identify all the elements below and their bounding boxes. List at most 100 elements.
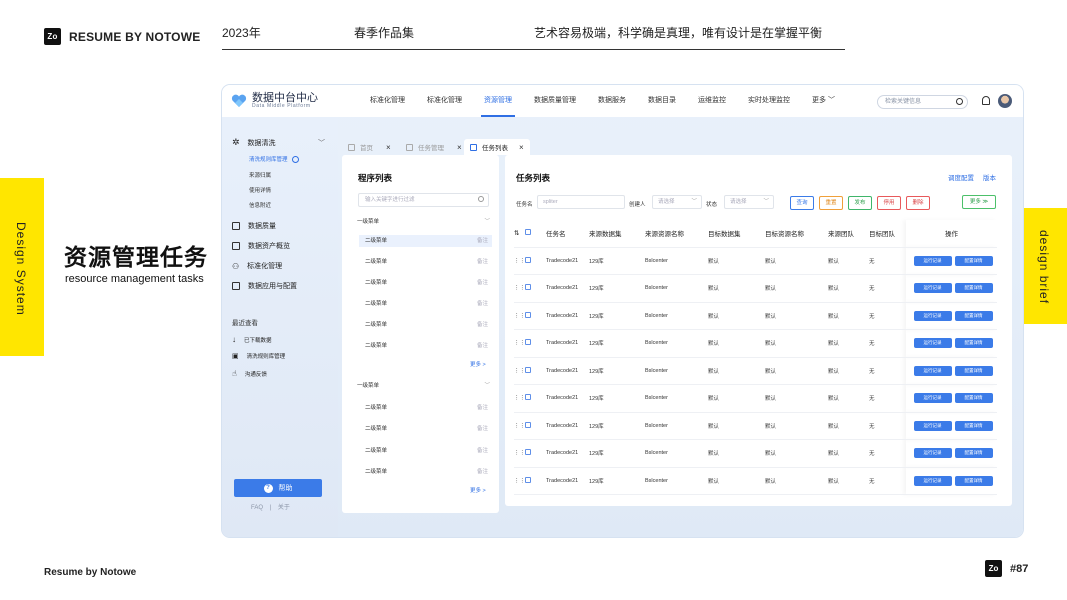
sort-icon[interactable]: ⇅ — [514, 220, 525, 248]
sidebar-sub-usage[interactable]: 使用详情 — [249, 186, 271, 194]
chevron-down-icon[interactable]: ﹀ — [484, 381, 490, 389]
run-record-button[interactable]: 运行记录 — [913, 448, 952, 459]
list-item[interactable]: 二级菜单 备注 — [359, 423, 492, 435]
more-link[interactable]: 更多 > — [470, 486, 486, 494]
nav-item-quality[interactable]: 数据质量管理 — [523, 85, 587, 117]
table-row[interactable]: ⋮⋮ Tradecode21 129库 Bslcenter 默认 默认 默认无运行记录 配置详… — [514, 412, 997, 440]
nav-item-standard-1[interactable]: 标准化管理 — [359, 85, 416, 117]
disable-button[interactable]: 停用 — [877, 196, 901, 210]
query-button[interactable]: 查询 — [790, 196, 814, 210]
table-row[interactable]: ⋮⋮ Tradecode21 129库 Bslcenter 默认 默认 默认无运行记录 配置详… — [514, 302, 997, 330]
row-checkbox[interactable] — [525, 302, 546, 330]
run-record-button[interactable]: 运行记录 — [913, 338, 952, 349]
table-row[interactable]: ⋮⋮ Tradecode21 129库 Bslcenter 默认 默认 默认无运行记录 配置详… — [514, 467, 997, 495]
table-row[interactable]: ⋮⋮ Tradecode21 129库 Bslcenter 默认 默认 默认无运行记录 配置详… — [514, 357, 997, 385]
config-detail-button[interactable]: 配置详情 — [954, 475, 993, 486]
sidebar-sub-source[interactable]: 来源归属 — [249, 171, 271, 179]
close-icon[interactable]: × — [457, 143, 462, 152]
recent-item-feedback[interactable]: ☝ 沟通反馈 — [232, 369, 267, 378]
nav-item-resource[interactable]: 资源管理 — [473, 85, 523, 117]
config-detail-button[interactable]: 配置详情 — [954, 365, 993, 376]
list-item[interactable]: 二级菜单 备注 — [359, 466, 492, 478]
nav-item-catalog[interactable]: 数据目录 — [637, 85, 687, 117]
row-checkbox[interactable] — [525, 274, 546, 303]
row-checkbox[interactable] — [525, 329, 546, 358]
program-filter-input[interactable]: 输入关键字进行过滤 — [358, 193, 489, 207]
drag-handle-icon[interactable]: ⋮⋮ — [514, 384, 525, 413]
col-header[interactable]: 任务名 — [546, 220, 589, 248]
config-detail-button[interactable]: 配置详情 — [954, 393, 993, 404]
chevron-up-icon[interactable]: ﹀ — [318, 138, 325, 148]
row-checkbox[interactable] — [525, 467, 546, 495]
table-row[interactable]: ⋮⋮ Tradecode21 129库 Bslcenter 默认 默认 默认无运行记录 配置详… — [514, 274, 997, 303]
select-all-checkbox[interactable] — [525, 220, 546, 248]
app-logo[interactable]: 数据中台中心 Data Middle Platform — [231, 93, 349, 109]
config-detail-button[interactable]: 配置详情 — [954, 283, 993, 294]
close-icon[interactable]: × — [519, 143, 524, 152]
row-checkbox[interactable] — [525, 412, 546, 440]
run-record-button[interactable]: 运行记录 — [913, 475, 952, 486]
run-record-button[interactable]: 运行记录 — [913, 310, 952, 321]
run-record-button[interactable]: 运行记录 — [913, 365, 952, 376]
list-item[interactable]: 二级菜单 备注 — [359, 235, 492, 247]
nav-item-standard-2[interactable]: 标准化管理 — [416, 85, 473, 117]
col-header[interactable]: 目标资源名称 — [765, 220, 828, 248]
config-detail-button[interactable]: 配置详情 — [954, 420, 993, 431]
drag-handle-icon[interactable]: ⋮⋮ — [514, 274, 525, 303]
nav-item-service[interactable]: 数据服务 — [587, 85, 637, 117]
config-detail-button[interactable]: 配置详情 — [954, 338, 993, 349]
help-button[interactable]: ? 帮助 — [234, 479, 322, 497]
creator-select[interactable]: 请选择 ﹀ — [652, 195, 702, 209]
config-detail-button[interactable]: 配置详情 — [954, 448, 993, 459]
table-row[interactable]: ⋮⋮ Tradecode21 129库 Bslcenter 默认 默认 默认无运行记录 配置详… — [514, 329, 997, 358]
avatar[interactable] — [998, 94, 1012, 108]
drag-handle-icon[interactable]: ⋮⋮ — [514, 357, 525, 385]
task-name-input[interactable]: spliter — [537, 195, 625, 209]
list-item[interactable]: 二级菜单 备注 — [359, 445, 492, 457]
list-item[interactable]: 二级菜单 备注 — [359, 402, 492, 414]
table-row[interactable]: ⋮⋮ Tradecode21 129库 Bslcenter 默认 默认 默认无运行记录 配置详… — [514, 439, 997, 468]
more-button[interactable]: 更多 ≫ — [962, 195, 996, 209]
row-checkbox[interactable] — [525, 357, 546, 385]
sidebar-sub-rules[interactable]: 清洗规则库管理 — [249, 155, 300, 164]
delete-button[interactable]: 删除 — [906, 196, 930, 210]
sidebar-item-assets[interactable]: 数据资产概览 — [232, 241, 290, 251]
tab-task-manage[interactable]: 任务管理 × — [400, 139, 468, 155]
list-item[interactable]: 二级菜单 备注 — [359, 256, 492, 268]
run-record-button[interactable]: 运行记录 — [913, 255, 952, 266]
run-record-button[interactable]: 运行记录 — [913, 420, 952, 431]
run-record-button[interactable]: 运行记录 — [913, 283, 952, 294]
col-header[interactable]: 来源数据集 — [589, 220, 645, 248]
sidebar-item-quality[interactable]: 数据质量 — [232, 221, 276, 231]
notification-icon[interactable] — [982, 96, 990, 105]
row-checkbox[interactable] — [525, 439, 546, 468]
reset-button[interactable]: 重置 — [819, 196, 843, 210]
nav-item-more[interactable]: 更多 ﹀ — [801, 85, 846, 117]
publish-button[interactable]: 发布 — [848, 196, 872, 210]
drag-handle-icon[interactable]: ⋮⋮ — [514, 439, 525, 468]
config-detail-button[interactable]: 配置详情 — [954, 255, 993, 266]
nav-item-realtime[interactable]: 实时处理监控 — [737, 85, 801, 117]
sidebar-sub-info[interactable]: 信息附近 — [249, 201, 271, 209]
close-icon[interactable]: × — [386, 143, 391, 152]
sidebar-item-standard[interactable]: ⚇ 标准化管理 — [232, 261, 282, 271]
menu-group-1[interactable]: 一级菜单 ﹀ — [357, 217, 490, 225]
search-icon[interactable] — [956, 98, 963, 105]
row-checkbox[interactable] — [525, 384, 546, 413]
table-row[interactable]: ⋮⋮ Tradecode21 129库 Bslcenter 默认 默认 默认无运行记录 配置详… — [514, 247, 997, 275]
sidebar-footer-links[interactable]: FAQ | 关于 — [251, 502, 290, 511]
drag-handle-icon[interactable]: ⋮⋮ — [514, 412, 525, 440]
list-item[interactable]: 二级菜单 备注 — [359, 340, 492, 352]
global-search-input[interactable]: 检索关键信息 — [877, 95, 968, 109]
drag-handle-icon[interactable]: ⋮⋮ — [514, 247, 525, 275]
recent-item-rules[interactable]: ▣ 清洗规则库管理 — [232, 352, 285, 360]
col-header[interactable]: 来源团队 — [828, 220, 869, 248]
drag-handle-icon[interactable]: ⋮⋮ — [514, 302, 525, 330]
col-header[interactable]: 来源资源名称 — [645, 220, 708, 248]
tab-task-list[interactable]: 任务列表 × — [464, 139, 530, 155]
col-header[interactable]: 目标团队 — [869, 220, 906, 248]
list-item[interactable]: 二级菜单 备注 — [359, 319, 492, 331]
list-item[interactable]: 二级菜单 备注 — [359, 298, 492, 310]
sidebar-item-cleaning[interactable]: ✲ 数据清洗 ﹀ — [232, 137, 325, 148]
menu-group-2[interactable]: 一级菜单 ﹀ — [357, 381, 490, 389]
